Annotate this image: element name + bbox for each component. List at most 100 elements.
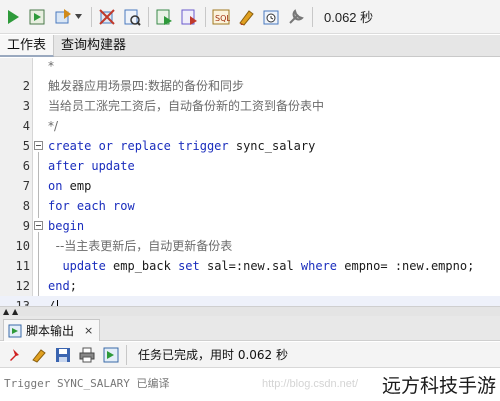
main-toolbar: SQL 0.062 秒 xyxy=(0,0,500,34)
code-token: emp_back xyxy=(105,259,179,273)
code-token: */ xyxy=(48,119,59,133)
sql-keyword: set xyxy=(178,259,200,273)
autotrace-icon[interactable] xyxy=(154,7,174,27)
sql-keyword: where xyxy=(300,259,338,273)
code-line[interactable]: 5 create or replace trigger sync_salary xyxy=(0,136,500,156)
output-toolbar: 任务已完成，用时 0.062 秒 xyxy=(0,342,500,368)
line-number: 10 xyxy=(15,239,30,253)
sql-keyword: for each row xyxy=(48,199,135,213)
code-text: update emp_back set sal=:new.sal where e… xyxy=(48,256,474,276)
output-line: Trigger SYNC_SALARY 已编译 xyxy=(4,377,170,390)
code-text: 当给员工涨完工资后，自动备份新的工资到备份表中 xyxy=(48,96,324,116)
code-line[interactable]: 2 触发器应用场景四:数据的备份和同步 xyxy=(0,76,500,96)
code-token: empno= :new.empno; xyxy=(337,259,475,273)
code-line[interactable]: 3 当给员工涨完工资后，自动备份新的工资到备份表中 xyxy=(0,96,500,116)
commit-icon[interactable] xyxy=(53,7,73,27)
explain-plan-icon[interactable] xyxy=(122,7,142,27)
status-message: 任务已完成，用时 0.062 秒 xyxy=(138,348,288,362)
print-icon[interactable] xyxy=(77,345,97,365)
pin-icon[interactable] xyxy=(5,345,25,365)
code-line[interactable]: 10 --当主表更新后，自动更新备份表 xyxy=(0,236,500,256)
code-line[interactable]: 6 after update xyxy=(0,156,500,176)
close-icon[interactable]: × xyxy=(84,324,93,337)
brand-watermark: 远方科技手游 xyxy=(379,371,498,398)
code-line[interactable]: * xyxy=(0,56,500,76)
toolbar-divider xyxy=(312,6,313,27)
line-number: 8 xyxy=(22,199,30,213)
code-token: sync_salary xyxy=(228,139,316,153)
clear-icon[interactable] xyxy=(29,345,49,365)
toolbar-divider xyxy=(205,6,206,27)
elapsed-time: 0.062 秒 xyxy=(324,10,374,25)
panel-splitter[interactable]: ▲ ▲ xyxy=(0,306,500,316)
line-number: 7 xyxy=(22,179,30,193)
code-line[interactable]: 12 end; xyxy=(0,276,500,296)
run-statement-icon[interactable] xyxy=(3,7,23,27)
sql-keyword: on xyxy=(48,179,63,193)
script-output-icon xyxy=(8,324,22,337)
toolbar-divider xyxy=(126,344,127,365)
code-token: --当主表更新后，自动更新备份表 xyxy=(48,239,233,253)
watermark: http://blog.csdn.net/ xyxy=(262,378,359,390)
toolbar-divider xyxy=(148,6,149,27)
clear-icon[interactable] xyxy=(236,7,256,27)
sql-keyword: after update xyxy=(48,159,135,173)
code-line[interactable]: 4 */ xyxy=(0,116,500,136)
line-number: 12 xyxy=(15,279,30,293)
line-number: 6 xyxy=(22,159,30,173)
code-editor[interactable]: * 2 触发器应用场景四:数据的备份和同步 3 当给员工涨完工资后，自动备份新的工资到备… xyxy=(0,56,500,316)
code-line[interactable]: 7 on emp xyxy=(0,176,500,196)
code-text: end; xyxy=(48,276,77,296)
rollback-icon[interactable] xyxy=(97,7,117,27)
editor-tabs: 工作表 查询构建器 xyxy=(0,35,500,57)
run-script-icon[interactable] xyxy=(28,7,48,27)
code-line[interactable]: 8 for each row xyxy=(0,196,500,216)
code-token: emp xyxy=(62,179,92,193)
sql-keyword: end xyxy=(48,279,70,293)
save-icon[interactable] xyxy=(53,345,73,365)
code-text: create or replace trigger sync_salary xyxy=(48,136,315,156)
fold-toggle-icon[interactable] xyxy=(34,221,43,230)
fold-toggle-icon[interactable] xyxy=(34,141,43,150)
collapse-up-icon[interactable]: ▲ xyxy=(3,308,9,316)
code-text: --当主表更新后，自动更新备份表 xyxy=(48,236,233,256)
code-line[interactable]: 11 update emp_back set sal=:new.sal wher… xyxy=(0,256,500,276)
sql-tuning-icon[interactable] xyxy=(179,7,199,27)
tab-script-output[interactable]: 脚本输出 × xyxy=(3,319,101,341)
code-text: * xyxy=(48,56,54,76)
line-number: 5 xyxy=(22,139,30,153)
line-number: 3 xyxy=(22,99,30,113)
code-line[interactable]: 9 begin xyxy=(0,216,500,236)
code-token: 当给员工涨完工资后，自动备份新的工资到备份表中 xyxy=(48,99,325,113)
line-number: 2 xyxy=(22,79,30,93)
tools-icon[interactable] xyxy=(286,7,306,27)
sql-tuning-advisor-icon[interactable]: SQL xyxy=(211,7,231,27)
output-tabs: 脚本输出 × xyxy=(0,316,500,341)
line-number: 9 xyxy=(22,219,30,233)
chevron-down-icon[interactable] xyxy=(75,14,84,19)
code-text: begin xyxy=(48,216,84,236)
svg-text:SQL: SQL xyxy=(215,14,230,23)
sql-keyword: begin xyxy=(48,219,85,233)
line-number: 4 xyxy=(22,119,30,133)
code-token: * xyxy=(48,59,54,73)
collapse-up-icon[interactable]: ▲ xyxy=(12,308,18,316)
code-token: sal=:new.sal xyxy=(199,259,301,273)
code-text: on emp xyxy=(48,176,91,196)
toolbar-divider xyxy=(91,6,92,27)
tab-query-builder[interactable]: 查询构建器 xyxy=(54,35,133,57)
history-icon[interactable] xyxy=(261,7,281,27)
sql-keyword: create or replace trigger xyxy=(48,139,229,153)
code-text: for each row xyxy=(48,196,135,216)
code-text: 触发器应用场景四:数据的备份和同步 xyxy=(48,76,244,96)
export-icon[interactable] xyxy=(101,345,121,365)
code-token: 触发器应用场景四:数据的备份和同步 xyxy=(48,79,245,93)
script-output-area[interactable]: Trigger SYNC_SALARY 已编译 http://blog.csdn… xyxy=(0,369,500,401)
code-text: */ xyxy=(48,116,58,136)
sql-keyword: update xyxy=(62,259,106,273)
tab-worksheet[interactable]: 工作表 xyxy=(0,35,55,57)
code-text: after update xyxy=(48,156,135,176)
line-number: 11 xyxy=(15,259,30,273)
code-token: ; xyxy=(69,279,77,293)
